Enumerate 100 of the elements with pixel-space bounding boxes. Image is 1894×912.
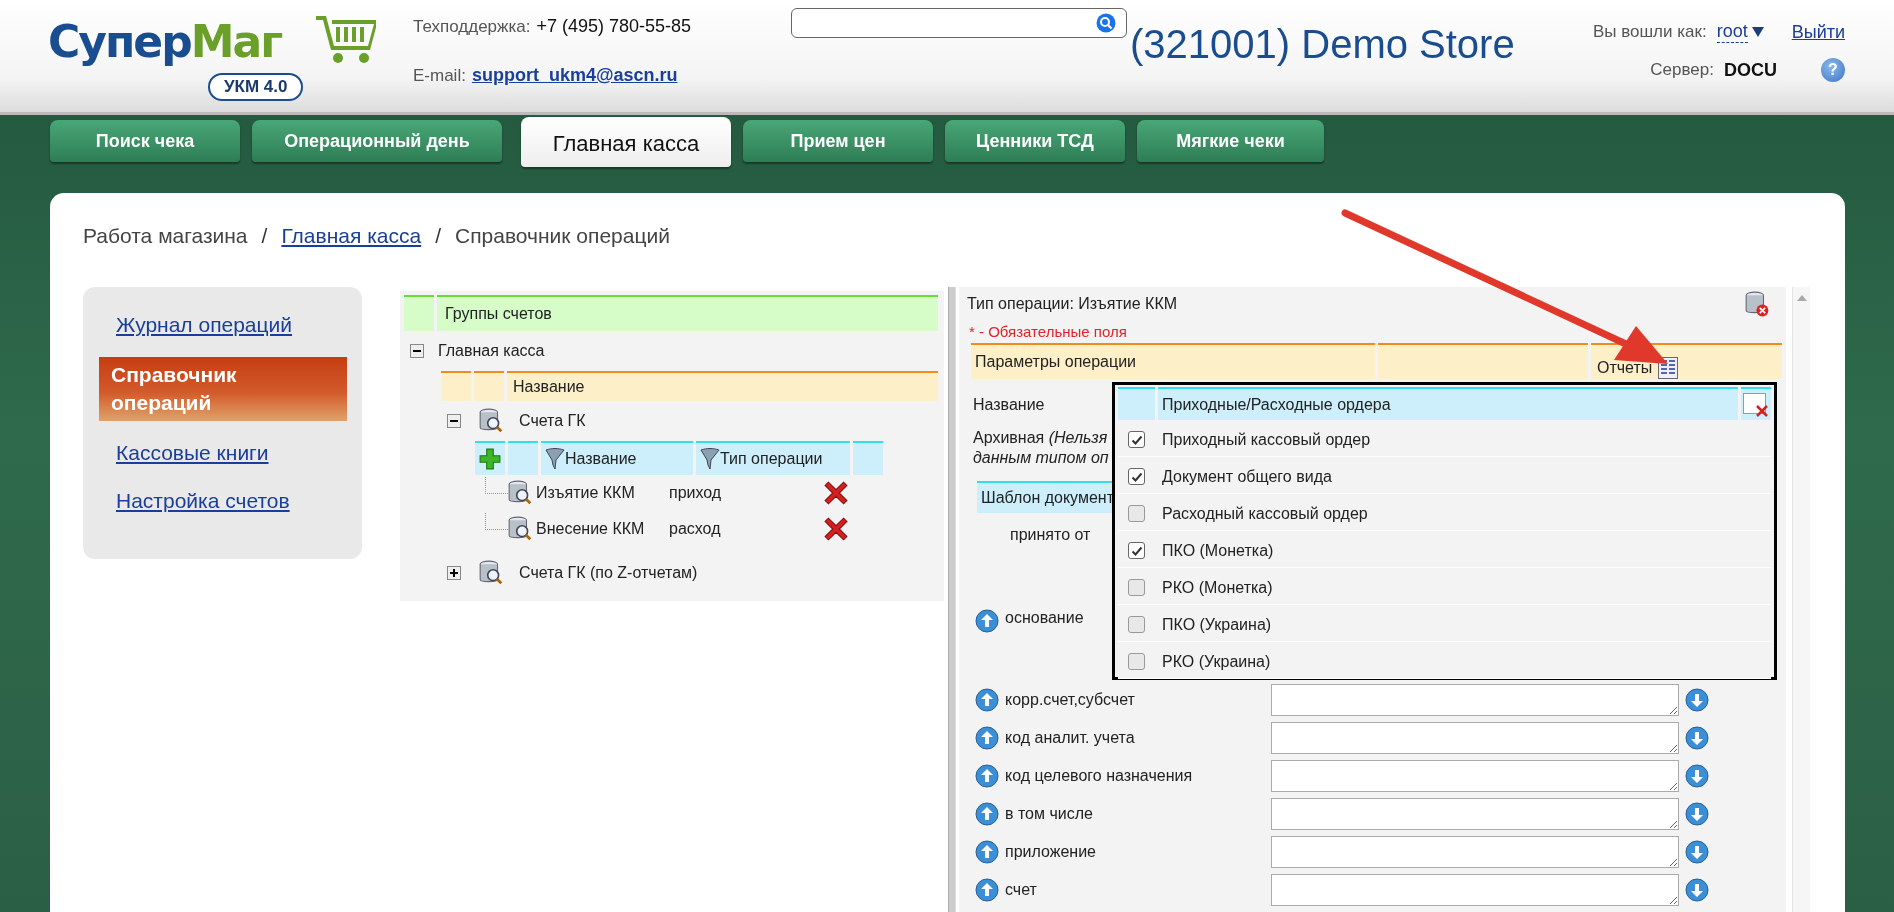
report-option[interactable]: РКО (Украина) — [1158, 645, 1771, 678]
filter-icon[interactable] — [700, 448, 720, 470]
checkbox[interactable] — [1128, 616, 1145, 633]
delete-icon[interactable] — [823, 480, 849, 506]
checkbox[interactable] — [1128, 431, 1145, 448]
database-search-icon — [508, 516, 532, 542]
field-label: Архивная (Нельзя данным типом оп — [973, 428, 1109, 468]
tree-node[interactable]: Счета ГК (по Z-отчетам) — [519, 564, 698, 582]
version-badge: УКМ 4.0 — [208, 73, 304, 101]
nav-tab[interactable]: Ценники ТСД — [945, 120, 1125, 162]
sidebar-item[interactable]: Справочник операций — [99, 357, 347, 421]
nav-tab[interactable]: Прием цен — [743, 120, 933, 162]
caret-icon[interactable] — [1751, 27, 1764, 37]
sidebar-item[interactable]: Журнал операций — [99, 309, 347, 341]
field-label: приложение — [1005, 843, 1097, 861]
store-title: (321001) Demo Store — [1130, 22, 1515, 67]
report-option[interactable]: ПКО (Монетка) — [1158, 534, 1771, 567]
report-option[interactable]: РКО (Монетка) — [1158, 571, 1771, 604]
logo-wordmark: СуперМаг — [48, 16, 282, 67]
move-down-icon[interactable] — [1685, 688, 1709, 712]
text-field[interactable] — [1271, 684, 1679, 716]
checkbox[interactable] — [1128, 542, 1145, 559]
move-up-icon[interactable] — [975, 878, 999, 902]
expand-icon[interactable] — [447, 566, 461, 580]
breadcrumb-link[interactable]: Главная касса — [281, 224, 422, 248]
move-up-icon[interactable] — [975, 802, 999, 826]
checkbox[interactable] — [1128, 579, 1145, 596]
text-field[interactable] — [1271, 798, 1679, 830]
database-search-icon — [508, 480, 532, 506]
move-down-icon[interactable] — [1685, 726, 1709, 750]
support-label: Техподдержка: — [413, 17, 531, 36]
text-field[interactable] — [1271, 836, 1679, 868]
section-header: Шаблон документ — [977, 481, 1114, 513]
search-icon[interactable] — [1096, 13, 1116, 33]
nav-tab[interactable]: Мягкие чеки — [1137, 120, 1324, 162]
delete-icon[interactable] — [823, 516, 849, 542]
move-up-icon[interactable] — [975, 688, 999, 712]
tree-node[interactable]: Главная касса — [438, 342, 545, 360]
move-up-icon[interactable] — [975, 764, 999, 788]
breadcrumb-separator: / — [435, 224, 441, 248]
field-label: принято от — [1010, 526, 1091, 544]
email-label: E-mail: — [413, 66, 466, 85]
nav-tab[interactable]: Главная касса — [521, 117, 731, 167]
move-down-icon[interactable] — [1685, 840, 1709, 864]
add-icon[interactable] — [479, 448, 501, 470]
collapse-icon[interactable] — [447, 414, 461, 428]
scrollbar[interactable] — [1792, 287, 1810, 912]
collapse-icon[interactable] — [410, 344, 424, 358]
server-label: Сервер: — [1650, 60, 1714, 80]
report-option[interactable]: Расходный кассовый ордер — [1158, 497, 1771, 530]
checkbox[interactable] — [1128, 468, 1145, 485]
field-label: в том числе — [1005, 805, 1094, 823]
reports-label: Отчеты — [1597, 358, 1653, 378]
server-name: DOCU — [1724, 59, 1777, 81]
report-option[interactable]: Документ общего вида — [1158, 460, 1771, 493]
header-cell — [1118, 387, 1155, 420]
move-down-icon[interactable] — [1685, 878, 1709, 902]
breadcrumb-item: Работа магазина — [83, 224, 248, 248]
nav-tab[interactable]: Операционный день — [252, 120, 502, 162]
user-link[interactable]: root — [1716, 21, 1748, 43]
report-option[interactable]: ПКО (Украина) — [1158, 608, 1771, 641]
field-label: счет — [1005, 881, 1038, 899]
header-cell — [404, 295, 434, 331]
filter-icon[interactable] — [545, 448, 565, 470]
checkbox[interactable] — [1128, 505, 1145, 522]
sidebar-item[interactable]: Настройка счетов — [99, 485, 347, 517]
move-down-icon[interactable] — [1685, 764, 1709, 788]
logout-link[interactable]: Выйти — [1791, 21, 1845, 43]
text-field[interactable] — [1271, 722, 1679, 754]
move-up-icon[interactable] — [975, 840, 999, 864]
nav-tab[interactable]: Поиск чека — [50, 120, 240, 162]
checkbox[interactable] — [1128, 653, 1145, 670]
header-cell — [508, 441, 538, 475]
login-label: Вы вошли как: — [1592, 22, 1707, 42]
column-header: Название — [507, 371, 938, 401]
move-up-icon[interactable] — [975, 609, 999, 633]
support-phone: +7 (495) 780-55-85 — [536, 16, 691, 36]
move-up-icon[interactable] — [975, 726, 999, 750]
database-search-icon — [479, 408, 503, 434]
table-cell[interactable]: Изъятие ККМ — [536, 484, 669, 502]
database-delete-icon[interactable] — [1745, 291, 1769, 317]
database-search-icon — [479, 560, 503, 586]
popup-title: Приходные/Расходные ордера — [1158, 387, 1738, 420]
breadcrumb-item: Справочник операций — [455, 224, 670, 248]
table-cell[interactable]: Внесение ККМ — [536, 520, 669, 538]
table-cell-text: приход — [669, 484, 723, 502]
move-down-icon[interactable] — [1685, 802, 1709, 826]
header-cell — [441, 371, 471, 401]
tree-node[interactable]: Счета ГК — [519, 412, 586, 430]
report-option[interactable]: Приходный кассовый ордер — [1158, 423, 1771, 456]
field-label: Название — [973, 396, 1045, 414]
close-icon[interactable] — [1743, 392, 1769, 417]
text-field[interactable] — [1271, 874, 1679, 906]
search-field[interactable] — [791, 8, 1127, 38]
field-label: код целевого назначения — [1005, 767, 1194, 785]
sidebar-item[interactable]: Кассовые книги — [99, 437, 347, 469]
email-link[interactable]: support_ukm4@ascn.ru — [471, 65, 678, 85]
text-field[interactable] — [1271, 760, 1679, 792]
required-note: * - Обязательные поля — [969, 322, 1128, 342]
section-header: Параметры операции — [971, 343, 1375, 379]
